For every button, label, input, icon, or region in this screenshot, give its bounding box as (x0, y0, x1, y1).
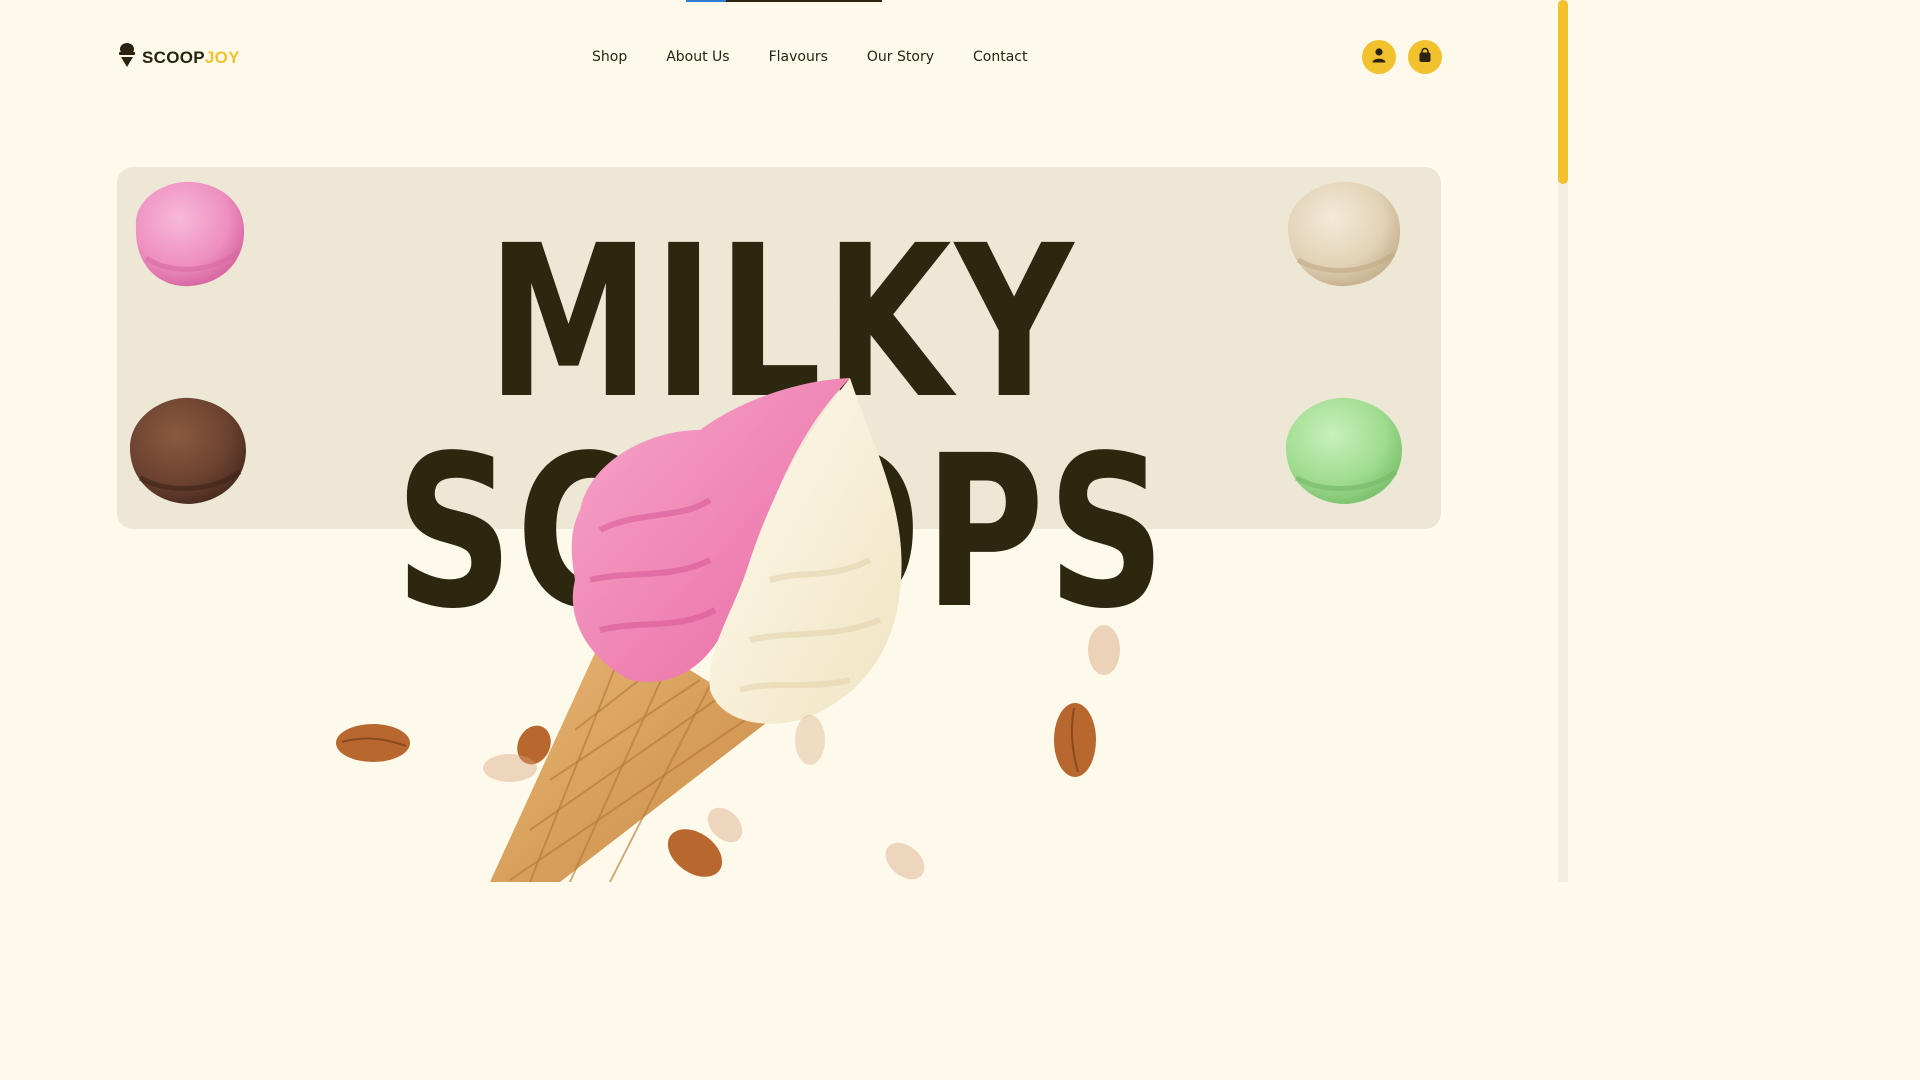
ice-cream-logo-icon (118, 42, 136, 73)
brand-logo[interactable]: SCOOPJOY (118, 42, 240, 73)
almond-image (1054, 703, 1096, 777)
almond-image (707, 807, 743, 843)
page-loading-bar-fill (686, 0, 726, 2)
page-loading-bar (686, 0, 882, 2)
nav-shop[interactable]: Shop (592, 49, 627, 65)
almond-image (336, 724, 410, 762)
main-nav: Shop About Us Flavours Our Story Contact (592, 49, 1066, 65)
nav-flavours[interactable]: Flavours (769, 49, 828, 65)
cart-button[interactable] (1408, 40, 1442, 74)
page: SCOOPJOY Shop About Us Flavours Our Stor… (0, 0, 1568, 882)
brand-name: SCOOPJOY (142, 48, 240, 68)
account-button[interactable] (1362, 40, 1396, 74)
almond-image (885, 842, 925, 880)
scrollbar[interactable] (1558, 0, 1568, 882)
almond-image (1088, 625, 1120, 675)
brand-name-part2: JOY (204, 47, 240, 67)
shopping-bag-icon (1417, 47, 1433, 68)
almond-image (483, 754, 537, 782)
scrollbar-thumb[interactable] (1558, 0, 1568, 184)
nav-our-story[interactable]: Our Story (867, 49, 934, 65)
nav-contact[interactable]: Contact (973, 49, 1027, 65)
user-icon (1371, 47, 1387, 68)
almond-image (795, 715, 825, 765)
brand-name-part1: SCOOP (142, 47, 205, 67)
nav-about-us[interactable]: About Us (666, 49, 729, 65)
